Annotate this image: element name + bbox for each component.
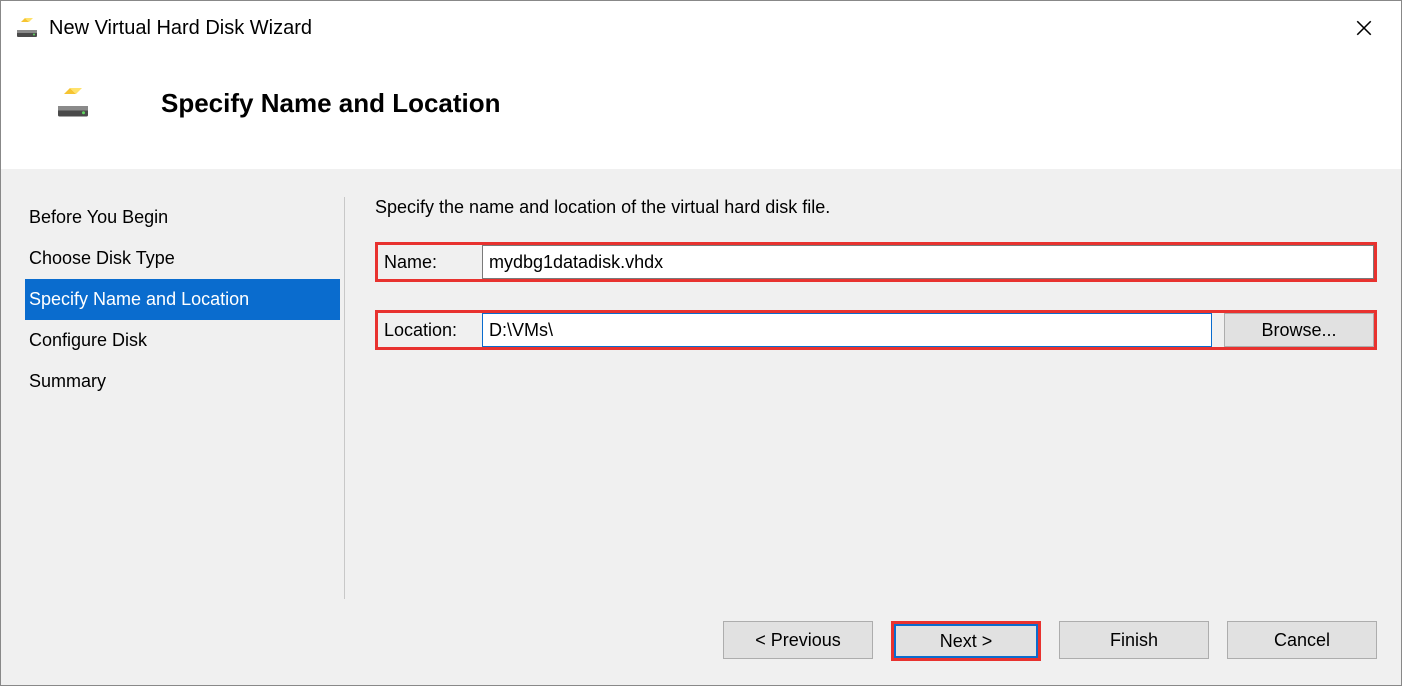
sidebar-item-label: Choose Disk Type [29,248,175,268]
wizard-steps-sidebar: Before You Begin Choose Disk Type Specif… [25,197,345,599]
sidebar-item-label: Configure Disk [29,330,147,350]
next-button[interactable]: Next > [894,624,1038,658]
next-button-highlight: Next > [891,621,1041,661]
name-field-row: Name: [375,242,1377,282]
sidebar-item-label: Before You Begin [29,207,168,227]
sidebar-item-summary[interactable]: Summary [25,361,340,402]
page-title: Specify Name and Location [161,88,501,119]
finish-button[interactable]: Finish [1059,621,1209,659]
wizard-footer: < Previous Next > Finish Cancel [1,599,1401,685]
sidebar-item-configure-disk[interactable]: Configure Disk [25,320,340,361]
browse-button[interactable]: Browse... [1224,313,1374,347]
sidebar-item-label: Specify Name and Location [29,289,249,309]
wizard-disk-icon-large [55,85,91,121]
sidebar-item-specify-name-and-location[interactable]: Specify Name and Location [25,279,340,320]
title-bar: New Virtual Hard Disk Wizard [1,1,1401,55]
location-label: Location: [378,313,482,347]
previous-button[interactable]: < Previous [723,621,873,659]
name-input[interactable] [482,245,1374,279]
close-button[interactable] [1341,5,1387,51]
instruction-text: Specify the name and location of the vir… [375,197,1377,218]
sidebar-item-choose-disk-type[interactable]: Choose Disk Type [25,238,340,279]
wizard-disk-icon [15,16,39,40]
sidebar-item-before-you-begin[interactable]: Before You Begin [25,197,340,238]
location-input[interactable] [482,313,1212,347]
close-icon [1355,19,1373,37]
sidebar-item-label: Summary [29,371,106,391]
cancel-button[interactable]: Cancel [1227,621,1377,659]
name-label: Name: [378,245,482,279]
window-title: New Virtual Hard Disk Wizard [49,17,312,40]
wizard-main-panel: Specify the name and location of the vir… [345,197,1377,599]
wizard-header: Specify Name and Location [1,55,1401,169]
location-field-row: Location: Browse... [375,310,1377,350]
